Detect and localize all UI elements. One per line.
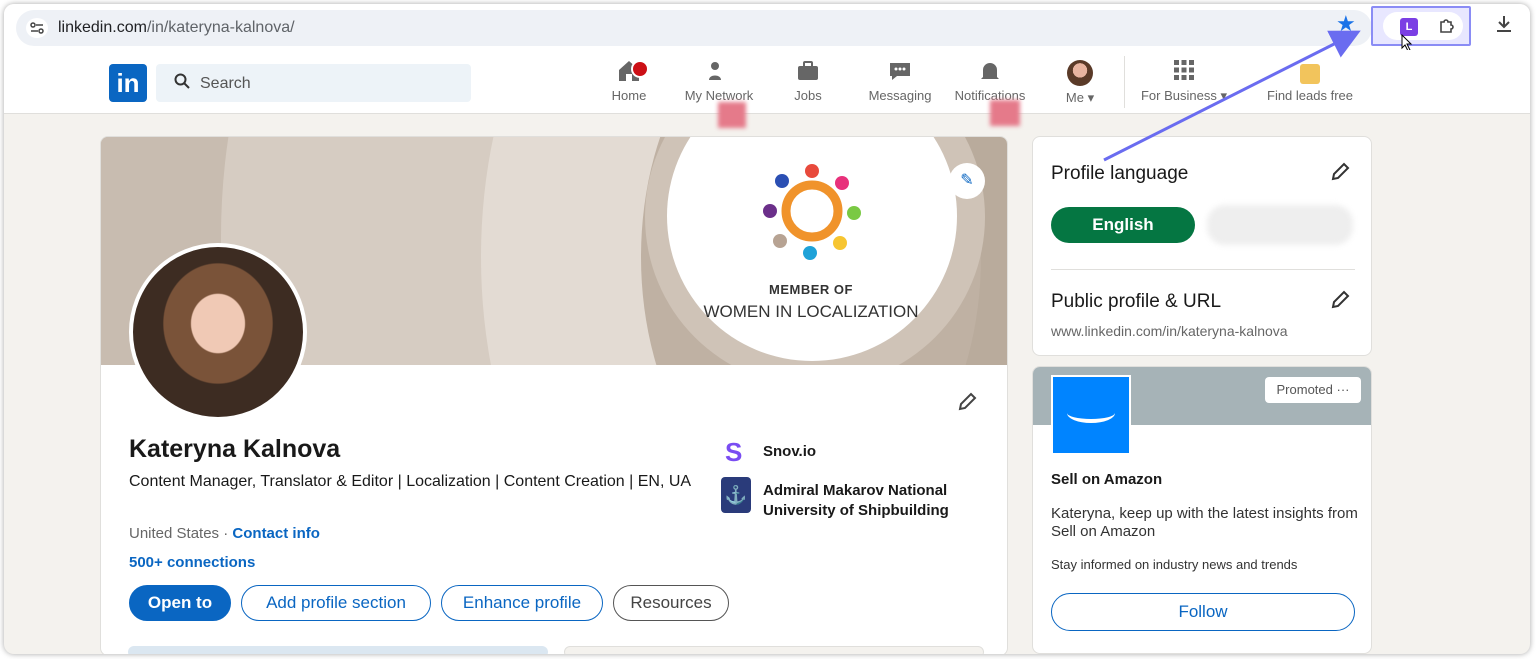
briefcase-icon [786, 58, 830, 88]
profile-settings-card: Profile language English Public profile … [1032, 136, 1372, 356]
download-icon[interactable] [1494, 14, 1514, 40]
edit-language-pencil-icon[interactable] [1329, 161, 1351, 189]
nav-me[interactable]: Me ▾ [1058, 58, 1102, 106]
education[interactable]: Admiral Makarov National University of S… [763, 481, 949, 521]
edit-profile-pencil-icon[interactable] [956, 391, 978, 419]
linkedin-logo[interactable]: in [109, 64, 147, 102]
language-english-button[interactable]: English [1051, 207, 1195, 243]
caret-down-icon: ▾ [1220, 88, 1228, 103]
address-bar[interactable]: linkedin.com/in/kateryna-kalnova/ [16, 10, 1372, 46]
profile-card: MEMBER OF WOMEN IN LOCALIZATION ✎ Katery… [100, 136, 1008, 654]
blurred-badge [990, 100, 1020, 126]
extensions-area: L [1383, 12, 1463, 40]
nav-jobs[interactable]: Jobs [786, 58, 830, 103]
public-profile-url: www.linkedin.com/in/kateryna-kalnova [1051, 323, 1288, 339]
add-profile-section-button[interactable]: Add profile section [241, 585, 431, 621]
nav-business-label: For Business ▾ [1134, 88, 1234, 104]
banner-member-text: MEMBER OF [769, 282, 853, 297]
nav-messaging[interactable]: Messaging [860, 58, 940, 103]
current-company[interactable]: Snov.io [763, 443, 816, 460]
nav-messaging-label: Messaging [868, 88, 932, 103]
resources-button[interactable]: Resources [613, 585, 729, 621]
avatar [1067, 60, 1093, 86]
nav-jobs-label: Jobs [794, 88, 822, 103]
network-icon [676, 58, 762, 88]
education-line-1: Admiral Makarov National [763, 482, 948, 499]
nav-leads-label: Find leads free [1267, 88, 1353, 103]
connections-link[interactable]: 500+ connections [129, 554, 255, 571]
extensions-highlight: L [1371, 6, 1471, 46]
nav-me-text: Me [1065, 90, 1084, 105]
url-host: linkedin.com [58, 19, 147, 36]
profile-name: Kateryna Kalnova [129, 435, 341, 463]
public-profile-title: Public profile & URL [1051, 291, 1222, 312]
edit-banner-button[interactable]: ✎ [949, 163, 985, 199]
amazon-smile-icon [1067, 403, 1115, 423]
amazon-logo[interactable] [1051, 375, 1131, 455]
browser-toolbar: linkedin.com/in/kateryna-kalnova/ ★ L [4, 4, 1530, 52]
profile-location: United States [129, 525, 220, 542]
search-input[interactable]: Search [156, 64, 471, 102]
notification-badge [631, 60, 649, 78]
leads-icon [1300, 64, 1320, 84]
nav-for-business[interactable]: For Business ▾ [1134, 58, 1234, 104]
contact-info-link[interactable]: Contact info [232, 525, 320, 542]
screenshot-frame: linkedin.com/in/kateryna-kalnova/ ★ L in… [0, 0, 1536, 659]
ad-title[interactable]: Sell on Amazon [1051, 471, 1162, 488]
nav-find-leads[interactable]: Find leads free [1262, 58, 1358, 103]
edit-url-pencil-icon[interactable] [1329, 289, 1351, 317]
browser-window: linkedin.com/in/kateryna-kalnova/ ★ L in… [4, 4, 1530, 654]
bookmark-star-icon[interactable]: ★ [1336, 11, 1356, 37]
puzzle-icon[interactable] [1437, 16, 1457, 41]
grid-icon [1134, 58, 1234, 88]
profile-location-line: United States · Contact info [129, 525, 320, 542]
search-placeholder: Search [200, 75, 251, 92]
nav-network-label: My Network [684, 88, 754, 103]
chat-icon [860, 58, 940, 88]
nav-divider [1124, 56, 1125, 108]
promoted-ad-card: Promoted ··· Sell on Amazon Kateryna, ke… [1032, 366, 1372, 654]
nav-home-label: Home [611, 88, 647, 103]
next-section-hint [564, 646, 984, 654]
linkedin-navbar: in Search Home My Network Jobs Messaging… [4, 50, 1530, 128]
education-line-2: University of Shipbuilding [763, 502, 949, 519]
university-crest-icon: ⚓ [721, 477, 751, 513]
women-in-localization-logo [763, 164, 861, 260]
profile-language-title: Profile language [1051, 163, 1189, 184]
bell-icon [948, 58, 1032, 88]
open-to-button[interactable]: Open to [129, 585, 231, 621]
enhance-profile-button[interactable]: Enhance profile [441, 585, 603, 621]
url-path: /in/kateryna-kalnova/ [146, 19, 295, 36]
ad-subtext: Stay informed on industry news and trend… [1051, 557, 1298, 572]
nav-me-label: Me ▾ [1058, 90, 1102, 106]
promoted-label[interactable]: Promoted ··· [1265, 377, 1361, 403]
profile-photo[interactable] [129, 243, 307, 421]
profile-headline: Content Manager, Translator & Editor | L… [129, 473, 692, 490]
next-section-hint [128, 646, 548, 654]
url-text[interactable]: linkedin.com/in/kateryna-kalnova/ [58, 19, 295, 37]
blurred-badge [718, 102, 746, 128]
search-icon [174, 73, 190, 94]
banner-org-text: WOMEN IN LOCALIZATION [703, 302, 919, 321]
follow-button[interactable]: Follow [1051, 593, 1355, 631]
snovio-logo: S [725, 437, 743, 467]
nav-my-network[interactable]: My Network [676, 58, 762, 103]
caret-down-icon: ▾ [1087, 90, 1095, 105]
nav-business-text: For Business [1140, 88, 1217, 103]
separator: · [223, 525, 229, 542]
nav-notifications[interactable]: Notifications [948, 58, 1032, 103]
site-settings-icon[interactable] [26, 18, 48, 38]
pencil-icon: ✎ [960, 172, 974, 189]
divider [1051, 269, 1355, 270]
ad-description: Kateryna, keep up with the latest insigh… [1051, 505, 1358, 540]
blurred-language-button[interactable] [1207, 205, 1353, 245]
